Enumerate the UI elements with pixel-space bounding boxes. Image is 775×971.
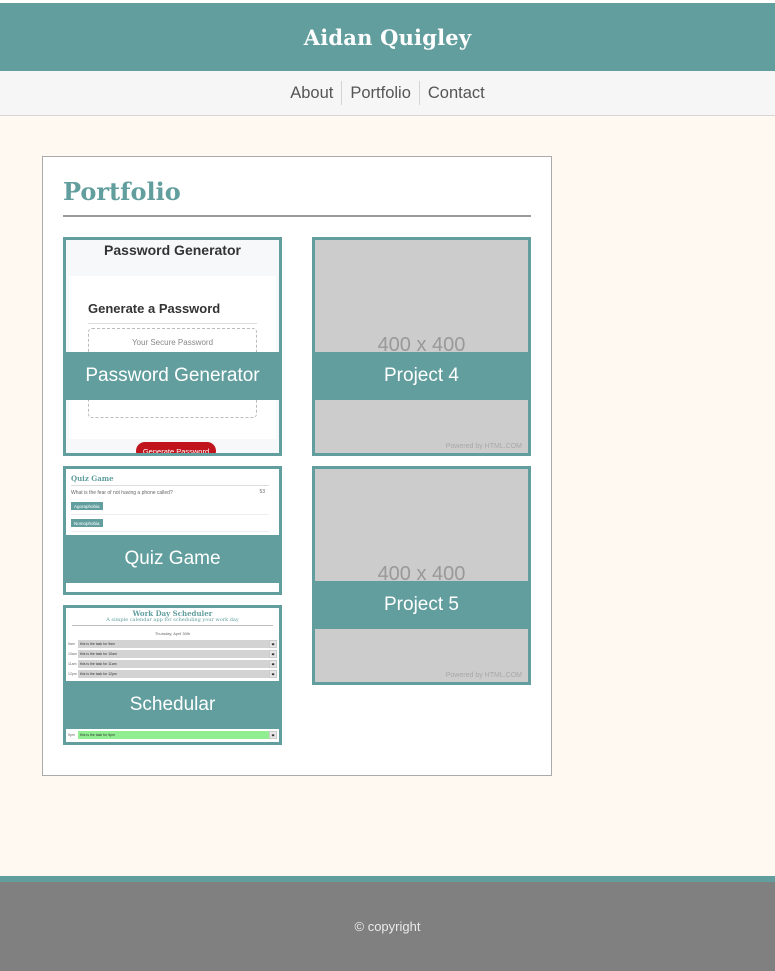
thumb-question: What is the fear of not having a phone c… [71,490,173,496]
thumb-task: this is the task for 10am [78,649,269,658]
thumb-hour-row: 10am this is the task for 10am ▣ [68,649,277,658]
thumb-button: Generate Password [136,442,216,453]
thumb-score: 53 [259,489,265,495]
save-icon: ▣ [269,669,277,678]
project-thumbnail: 400 x 400 Powered by HTML.COM [315,240,528,453]
thumb-heading: Generate a Password [88,301,221,316]
thumb-hour: 5pm [68,732,75,737]
project-label: Schedular [66,681,279,729]
project-card-project-4[interactable]: 400 x 400 Powered by HTML.COM Project 4 [312,237,531,456]
nav-link-about[interactable]: About [282,81,341,105]
thumb-task: this is the task for 5pm [78,730,269,739]
save-icon: ▣ [269,649,277,658]
project-card-password-generator[interactable]: Password Generator Generate a Password Y… [63,237,282,456]
thumb-hour-row: 12pm this is the task for 12pm ▣ [68,669,277,678]
thumb-date: Thursday, April 30th [154,631,191,636]
thumb-hour: 9am [68,641,75,646]
thumb-title: Password Generator [104,242,241,258]
thumb-divider [71,514,269,515]
thumb-hour-row: 11am this is the task for 11am ▣ [68,659,277,668]
portfolio-heading: Portfolio [63,177,181,206]
thumb-divider [71,485,269,486]
site-header: Aidan Quigley [0,0,775,71]
project-thumbnail: 400 x 400 Powered by HTML.COM [315,469,528,682]
portfolio-section: Portfolio Password Generator Generate a … [42,156,552,776]
site-title: Aidan Quigley [303,24,472,50]
thumb-task: this is the task for 9am [78,639,269,648]
placeholder-powered-text: Powered by HTML.COM [445,443,522,450]
thumb-hour-row: 9am this is the task for 9am ▣ [68,639,277,648]
thumb-task: this is the task for 11am [78,659,269,668]
save-icon: ▣ [269,659,277,668]
save-icon: ▣ [269,639,277,648]
thumb-divider [71,531,269,532]
project-card-schedular[interactable]: Work Day Scheduler A simple calendar app… [63,605,282,745]
project-card-quiz-game[interactable]: Quiz Game What is the fear of not having… [63,466,282,595]
project-label: Quiz Game [66,535,279,583]
thumb-answer: Nomophobia [71,519,103,527]
save-icon: ▣ [269,730,277,739]
thumb-hour: 12pm [68,671,77,676]
nav-link-portfolio[interactable]: Portfolio [341,81,419,105]
nav-link-contact[interactable]: Contact [418,81,493,105]
heading-divider [63,215,531,217]
thumb-divider [88,323,257,324]
thumb-hour-row: 5pm this is the task for 5pm ▣ [68,730,277,739]
thumb-title: Quiz Game [71,474,114,483]
placeholder-powered-text: Powered by HTML.COM [445,672,522,679]
thumb-hour: 11am [68,661,77,666]
site-footer: © copyright [0,876,775,971]
thumb-hour: 10am [68,651,77,656]
project-label: Project 4 [315,352,528,400]
main-nav: About Portfolio Contact [0,71,775,116]
thumb-answer: Agoraphobia [71,502,103,510]
project-label: Password Generator [66,352,279,400]
project-label: Project 5 [315,581,528,629]
thumb-subtitle: A simple calendar app for scheduling you… [106,617,239,623]
thumb-task: this is the task for 12pm [78,669,269,678]
project-thumbnail: Password Generator Generate a Password Y… [66,240,279,453]
thumb-divider [72,625,273,626]
project-card-project-5[interactable]: 400 x 400 Powered by HTML.COM Project 5 [312,466,531,685]
thumb-placeholder: Your Secure Password [131,338,214,347]
copyright-text: © copyright [354,919,421,934]
